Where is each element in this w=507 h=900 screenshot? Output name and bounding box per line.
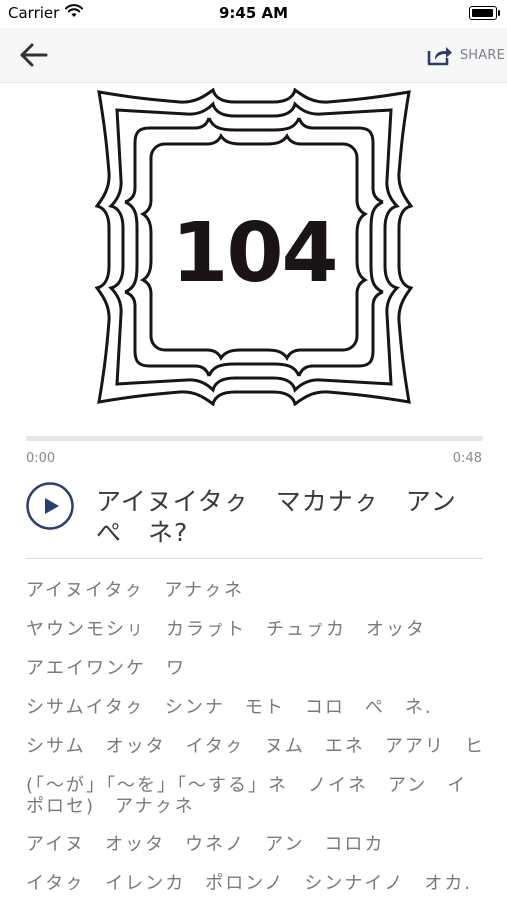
duration: 0:48 [452,451,482,466]
lyric-line: シサム オッタ イタㇰ ヌム エネ アアリ ヒ [26,736,485,757]
play-button[interactable] [26,482,74,530]
divider [26,558,483,559]
playback-progress-bar[interactable] [26,436,483,441]
lyric-line: アイヌ オッタ ウネノ アン コロカ [26,834,385,855]
arrow-left-icon [20,43,48,67]
track-cover-art: 104 [95,88,413,406]
top-nav-bar: SHARE [0,28,507,83]
play-icon [26,482,74,530]
back-button[interactable] [18,40,52,70]
lyric-line: アイヌイタㇰ アナㇰネ [26,580,245,601]
status-bar: Carrier 9:45 AM [0,0,507,28]
lyric-line: (「〜が」「〜を」「〜する」ネ ノイネ アン イポロセ) アナㇰネ [26,775,468,817]
lyric-line: イタㇰ イレンカ ポロンノ シンナイノ オカ. [26,873,473,894]
share-icon [427,47,452,66]
lyric-line: シサムイタㇰ シンナ モト コロ ぺ ネ. [26,697,433,718]
lyrics-list: アイヌイタㇰ アナㇰネ ヤウンモシㇼ カラㇷ゚ト チュㇷ゚カ オッタ アエイワン… [26,580,486,900]
track-title: アイヌイタㇰ マカナㇰ アン ぺ ネ? [96,487,483,547]
status-time: 9:45 AM [218,4,289,22]
track-number: 104 [171,206,338,301]
current-time: 0:00 [26,451,56,466]
battery-icon [469,6,500,20]
lyric-line: アエイワンケ ワ [26,658,186,679]
share-label: SHARE [459,47,505,63]
share-button[interactable]: SHARE [426,40,505,70]
lyric-line: ヤウンモシㇼ カラㇷ゚ト チュㇷ゚カ オッタ [26,619,426,640]
